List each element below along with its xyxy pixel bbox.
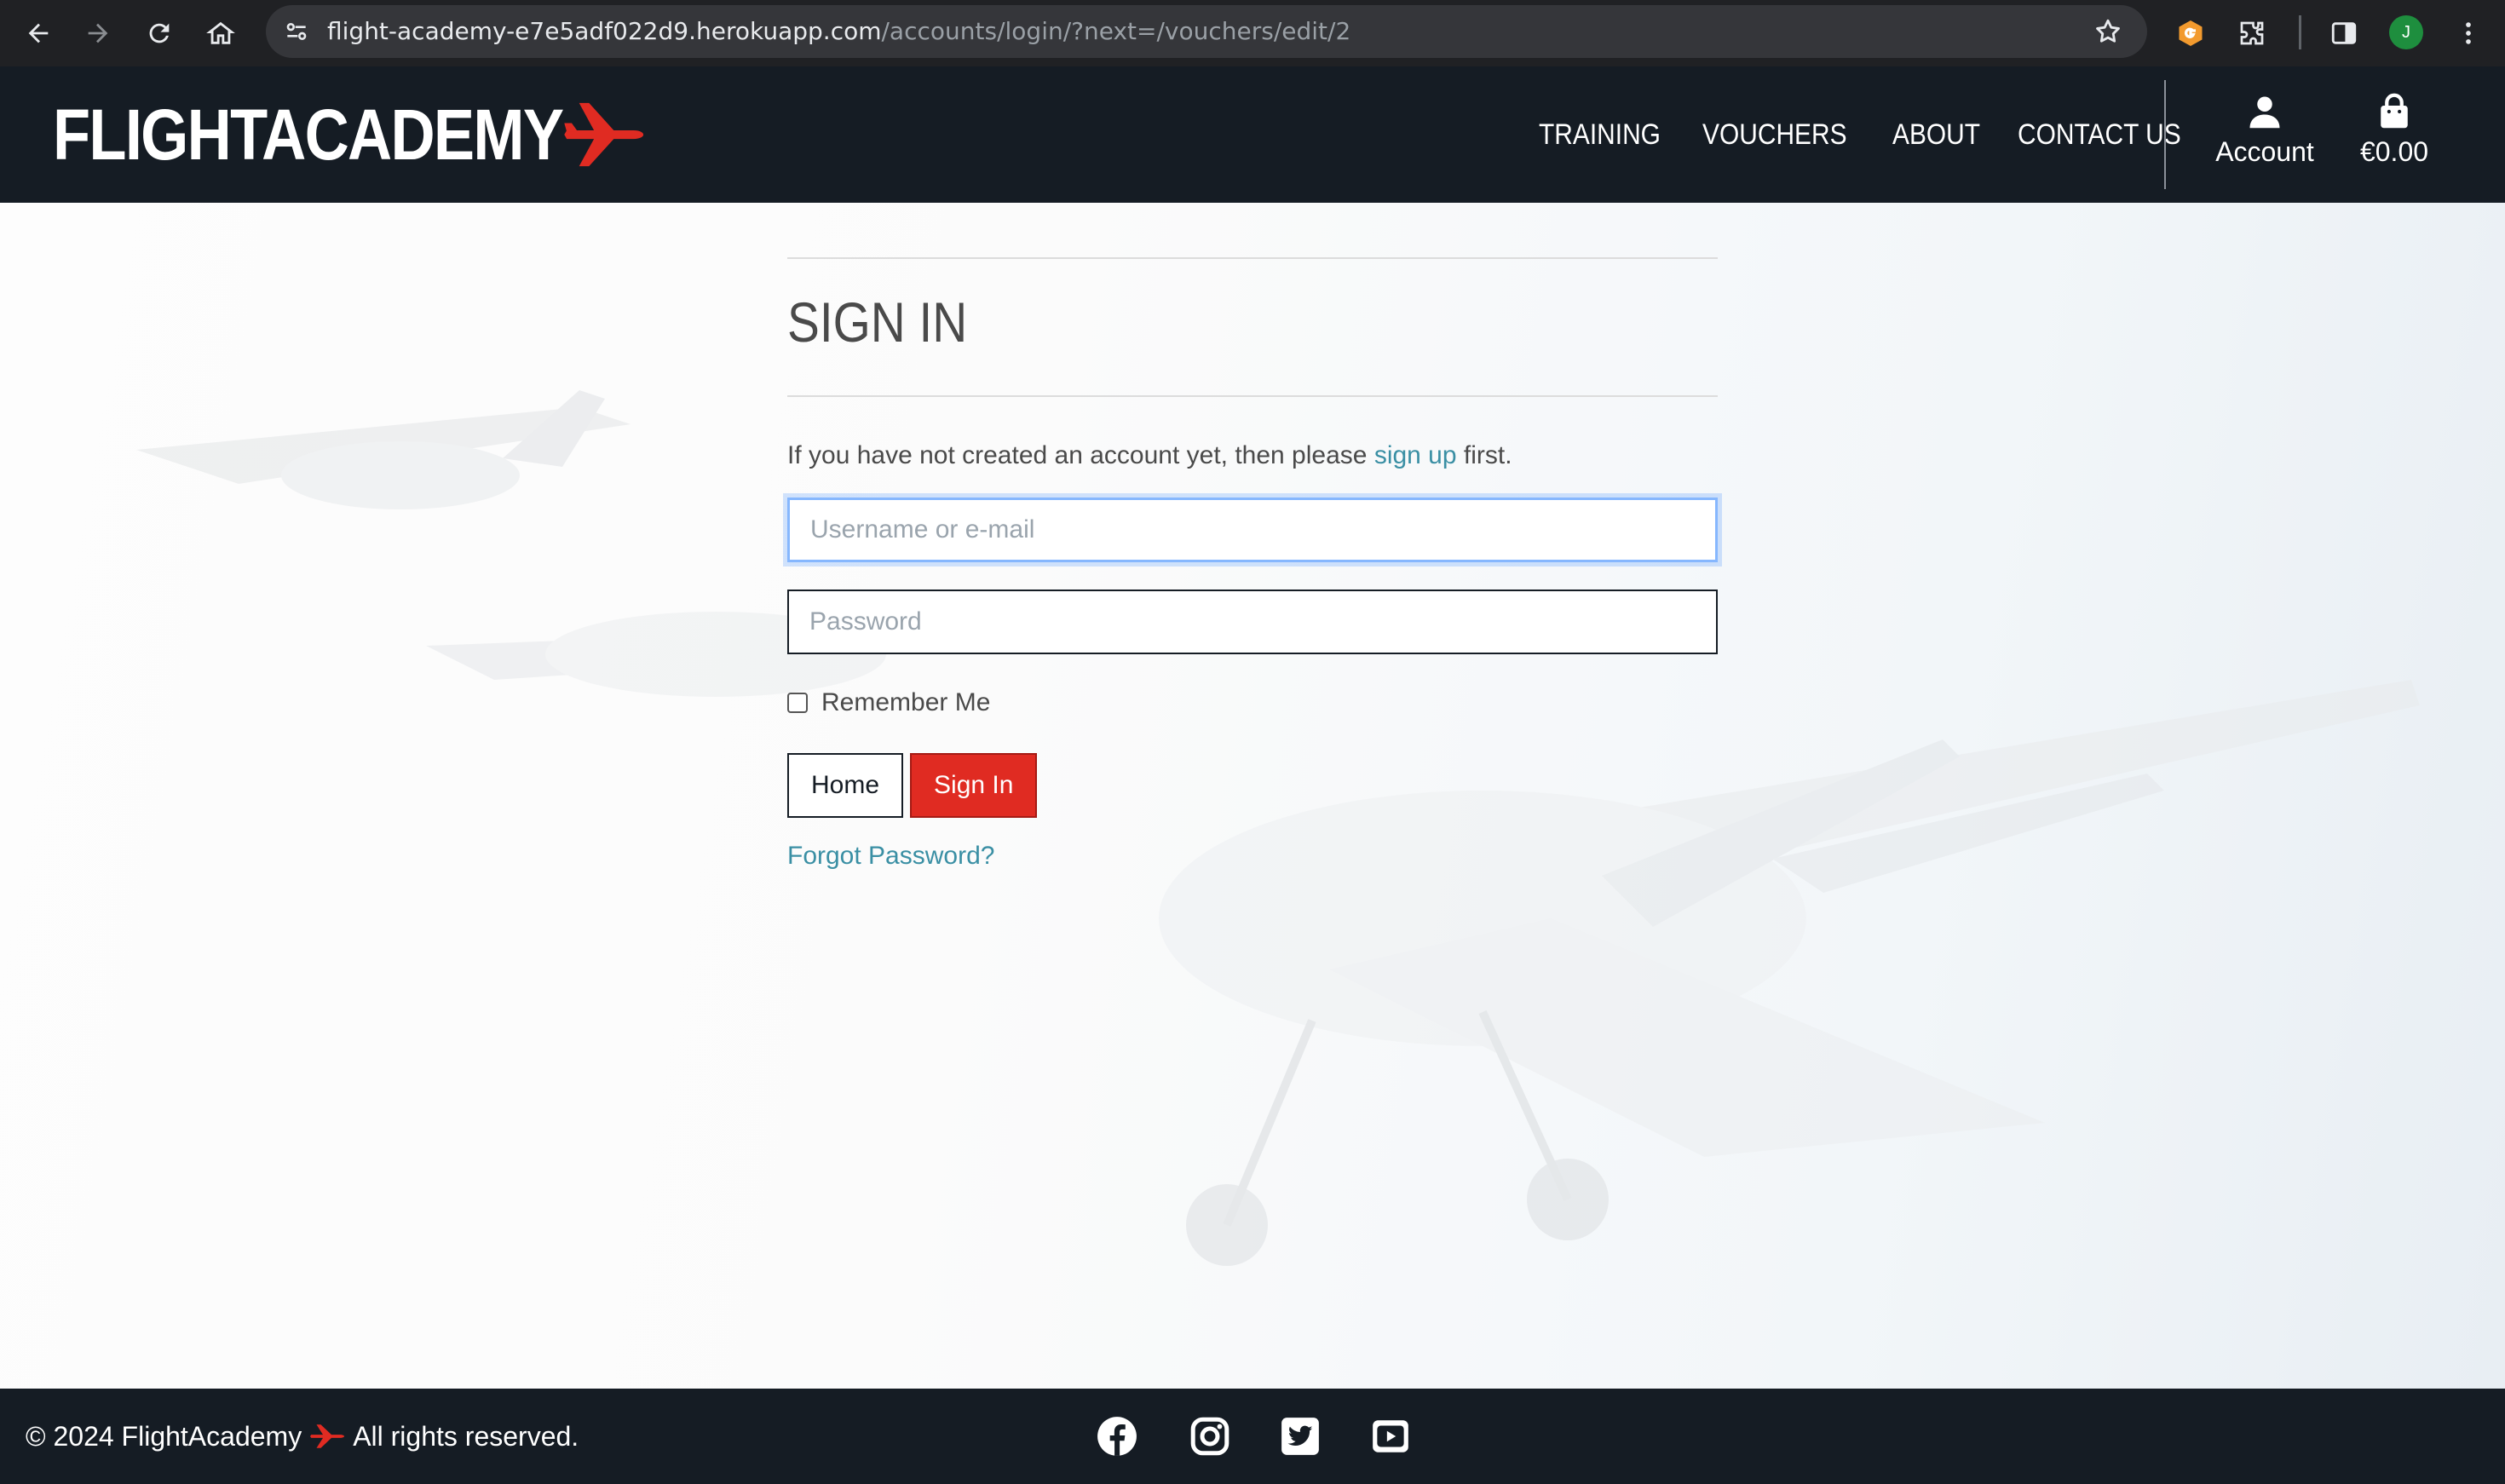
account-label: Account [2215,136,2314,167]
browser-toolbar: flight-academy-e7e5adf022d9.herokuapp.co… [0,0,2505,66]
url-host: flight-academy-e7e5adf022d9.herokuapp.co… [327,17,882,45]
user-icon [2249,96,2280,129]
divider-top [787,257,1718,259]
plane-logo-icon [564,102,643,167]
reload-button[interactable] [136,10,182,56]
reload-icon [149,23,170,43]
site-logo[interactable]: FLIGHTACADEMY [53,92,643,177]
site-footer: © 2024 FlightAcademy All rights reserved… [0,1389,2505,1484]
site-info-icon[interactable] [279,14,314,49]
cart-link[interactable]: €0.00 [2335,92,2454,186]
menu-kebab-icon[interactable] [2444,9,2493,58]
header-divider [2164,80,2166,189]
side-panel-icon[interactable] [2319,9,2369,58]
divider-bottom [787,395,1718,397]
toolbar-divider [2299,15,2301,49]
bookmark-star-icon[interactable] [2091,14,2125,49]
remember-me-label: Remember Me [821,688,991,716]
signup-prompt-before: If you have not created an account yet, … [787,441,1374,469]
back-button[interactable] [15,10,61,56]
url-path: /accounts/login/?next=/vouchers/edit/2 [881,17,1351,45]
address-bar[interactable]: flight-academy-e7e5adf022d9.herokuapp.co… [266,5,2147,58]
copyright-after: All rights reserved. [353,1420,579,1452]
main-navigation: TRAINING VOUCHERS ABOUT CONTACT US [1539,66,2229,203]
username-input[interactable] [787,498,1718,562]
cart-total: €0.00 [2359,136,2429,167]
home-button[interactable]: Home [787,753,904,818]
account-link[interactable]: Account [2205,92,2324,186]
copyright: © 2024 FlightAcademy All rights reserved… [26,1389,579,1484]
form-actions: Home Sign In [787,753,1718,818]
extensions-puzzle-icon[interactable] [2227,9,2277,58]
extension-g-icon[interactable] [2166,9,2215,58]
home-icon [206,21,235,44]
plane-small-icon [310,1424,345,1448]
signup-link[interactable]: sign up [1374,441,1457,469]
main-content: SIGN IN If you have not created an accou… [0,203,2505,1389]
copyright-before: © 2024 FlightAcademy [26,1420,302,1452]
signup-prompt-after: first. [1456,441,1512,469]
forward-button[interactable] [75,10,121,56]
logo-text: FLIGHTACADEMY [53,94,564,175]
nav-about[interactable]: ABOUT [1892,118,1980,152]
home-browser-button[interactable] [198,10,244,56]
shopping-bag-icon [2381,93,2408,129]
signin-form: SIGN IN If you have not created an accou… [787,257,1718,871]
remember-me[interactable]: Remember Me [787,688,1718,717]
youtube-icon[interactable] [1368,1414,1413,1458]
sign-in-button[interactable]: Sign In [910,753,1038,818]
url-text: flight-academy-e7e5adf022d9.herokuapp.co… [327,5,1350,58]
site-header: FLIGHTACADEMY TRAINING VOUCHERS ABOUT CO… [0,66,2505,203]
twitter-icon[interactable] [1278,1414,1322,1458]
facebook-icon[interactable] [1095,1414,1139,1458]
profile-avatar[interactable]: J [2389,15,2423,49]
instagram-icon[interactable] [1188,1414,1232,1458]
nav-vouchers[interactable]: VOUCHERS [1702,118,1847,152]
page-title: SIGN IN [787,290,968,354]
arrow-right-icon [88,23,108,43]
signup-prompt: If you have not created an account yet, … [787,441,1718,470]
remember-me-checkbox[interactable] [787,693,808,713]
arrow-left-icon [28,23,49,43]
nav-training[interactable]: TRAINING [1539,118,1661,152]
forgot-password-link[interactable]: Forgot Password? [787,842,994,871]
nav-contact-us[interactable]: CONTACT US [2018,118,2181,152]
password-input[interactable] [787,590,1718,654]
